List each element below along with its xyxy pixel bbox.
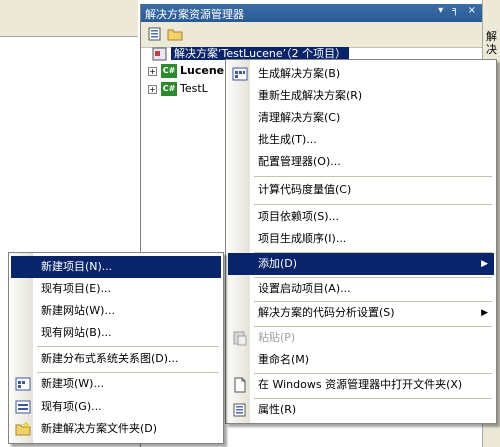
menu-item-label: 配置管理器(O)... [258, 155, 341, 168]
paste-icon [232, 330, 248, 346]
title-bar-buttons[interactable]: ▾ ╕ × [438, 5, 479, 16]
menu-item-label: 现有网站(B)... [41, 326, 112, 339]
menu-item-label: 批生成(T)... [258, 133, 317, 146]
solution-icon [152, 47, 168, 61]
solution-explorer-toolbar [141, 22, 483, 48]
solution-explorer-title-bar[interactable]: 解决方案资源管理器 ▾ ╕ × [141, 4, 483, 22]
menu-item-clean-solution[interactable]: 清理解决方案(C) [228, 107, 494, 129]
menu-item-batch-build[interactable]: 批生成(T)... [228, 129, 494, 151]
expand-icon[interactable]: + [148, 84, 157, 94]
menu-separator [254, 204, 492, 205]
menu-item-new-distributed-system-diagram[interactable]: 新建分布式系统关系图(D)... [11, 348, 221, 370]
expand-icon[interactable]: + [148, 66, 157, 76]
menu-item-add[interactable]: 添加(D) ▶ [228, 253, 494, 275]
menu-item-code-analysis-settings[interactable]: 解决方案的代码分析设置(S) ▶ [228, 302, 494, 324]
menu-item-project-dependencies[interactable]: 项目依赖项(S)... [228, 206, 494, 228]
properties-icon [232, 402, 248, 418]
menu-item-label: 设置启动项目(A)... [258, 282, 351, 295]
menu-item-rebuild-solution[interactable]: 重新生成解决方案(R) [228, 85, 494, 107]
tree-project-item[interactable]: + C# TestL [148, 81, 208, 97]
menu-item-label: 新建项目(N)... [41, 260, 113, 273]
menu-item-label: 粘贴(P) [258, 331, 296, 344]
properties-icon [148, 27, 161, 41]
project-label: TestL [180, 82, 208, 95]
solution-explorer-title: 解决方案资源管理器 [145, 8, 244, 21]
menu-item-label: 新建网站(W)... [41, 304, 115, 317]
menu-item-new-solution-folder[interactable]: 新建解决方案文件夹(D) [11, 418, 221, 440]
menu-item-properties[interactable]: 属性(R) [228, 399, 494, 421]
menu-item-label: 重命名(M) [258, 353, 310, 366]
csharp-project-icon: C# [161, 82, 177, 96]
menu-item-label: 属性(R) [258, 403, 297, 416]
build-icon [232, 66, 248, 82]
menu-item-new-item[interactable]: 新建项(W)... [11, 373, 221, 395]
add-submenu: 新建项目(N)... 现有项目(E)... 新建网站(W)... 现有网站(B)… [8, 252, 224, 444]
editor-tab-strip [0, 0, 138, 37]
menu-item-paste[interactable]: 粘贴(P) [228, 327, 494, 349]
menu-item-new-website[interactable]: 新建网站(W)... [11, 300, 221, 322]
menu-item-rename[interactable]: 重命名(M) [228, 349, 494, 371]
new-item-icon [15, 376, 31, 392]
menu-separator [254, 176, 492, 177]
new-folder-icon [15, 421, 31, 437]
menu-item-label: 重新生成解决方案(R) [258, 89, 363, 102]
tree-project-item[interactable]: + C# Lucene [148, 63, 224, 79]
side-tab-solution[interactable]: 解决 [486, 30, 498, 56]
open-folder-icon [232, 377, 248, 393]
menu-item-label: 新建分布式系统关系图(D)... [41, 352, 179, 365]
menu-item-label: 清理解决方案(C) [258, 111, 341, 124]
menu-item-label: 添加(D) [258, 257, 298, 270]
menu-item-label: 现有项目(E)... [41, 282, 112, 295]
menu-item-project-build-order[interactable]: 项目生成顺序(I)... [228, 228, 494, 250]
menu-item-label: 解决方案的代码分析设置(S) [258, 306, 395, 319]
menu-item-label: 现有项(G)... [41, 400, 102, 413]
menu-item-calculate-code-metrics[interactable]: 计算代码度量值(C) [228, 179, 494, 201]
show-all-files-button[interactable] [167, 26, 185, 44]
menu-item-configuration-manager[interactable]: 配置管理器(O)... [228, 151, 494, 173]
properties-toolbar-button[interactable] [147, 26, 165, 44]
menu-item-label: 新建项(W)... [41, 377, 104, 390]
menu-item-label: 项目依赖项(S)... [258, 210, 340, 223]
menu-separator [37, 346, 219, 347]
menu-item-build-solution[interactable]: 生成解决方案(B) [228, 63, 494, 85]
menu-item-label: 生成解决方案(B) [258, 67, 341, 80]
menu-item-label: 新建解决方案文件夹(D) [41, 422, 158, 435]
csharp-project-icon: C# [161, 64, 177, 78]
menu-item-new-project[interactable]: 新建项目(N)... [11, 256, 221, 278]
project-label: Lucene [180, 64, 225, 77]
solution-context-menu: 生成解决方案(B) 重新生成解决方案(R) 清理解决方案(C) 批生成(T)..… [225, 59, 497, 424]
menu-item-set-startup-projects[interactable]: 设置启动项目(A)... [228, 278, 494, 300]
menu-item-label: 计算代码度量值(C) [258, 183, 352, 196]
existing-item-icon [15, 399, 31, 415]
submenu-arrow-icon: ▶ [481, 259, 488, 269]
show-all-files-icon [167, 29, 183, 41]
submenu-arrow-icon: ▶ [481, 308, 488, 318]
menu-item-existing-item[interactable]: 现有项(G)... [11, 396, 221, 418]
menu-item-label: 项目生成顺序(I)... [258, 232, 347, 245]
menu-item-label: 在 Windows 资源管理器中打开文件夹(X) [258, 378, 463, 391]
menu-item-existing-project[interactable]: 现有项目(E)... [11, 278, 221, 300]
menu-item-open-folder-in-explorer[interactable]: 在 Windows 资源管理器中打开文件夹(X) [228, 374, 494, 396]
menu-item-existing-website[interactable]: 现有网站(B)... [11, 322, 221, 344]
